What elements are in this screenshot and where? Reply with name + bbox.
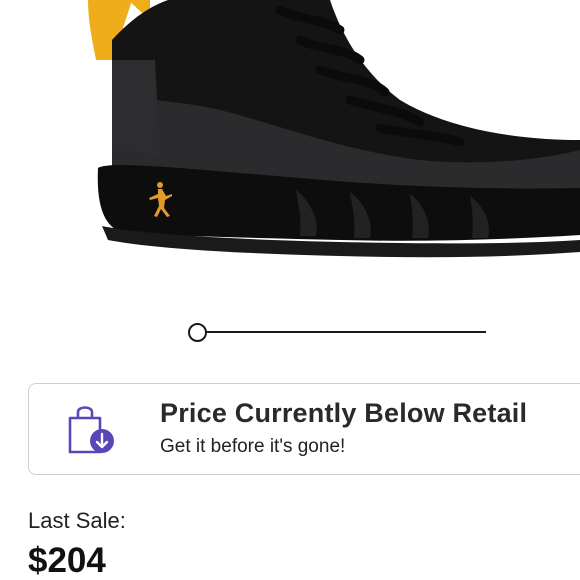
sneaker-illustration [88, 0, 580, 258]
last-sale-value: $204 [28, 541, 106, 580]
retail-card-subtitle: Get it before it's gone! [160, 436, 346, 457]
product-page: Price Currently Below Retail Get it befo… [0, 0, 580, 580]
product-image[interactable] [0, 0, 580, 300]
retail-card-title: Price Currently Below Retail [160, 398, 528, 428]
rotation-slider[interactable] [180, 318, 486, 346]
last-sale-label: Last Sale: [28, 508, 126, 533]
slider-track[interactable] [190, 331, 486, 333]
slider-thumb[interactable] [188, 323, 207, 342]
shopping-bag-download-icon [64, 402, 120, 458]
below-retail-card[interactable]: Price Currently Below Retail Get it befo… [28, 383, 580, 475]
